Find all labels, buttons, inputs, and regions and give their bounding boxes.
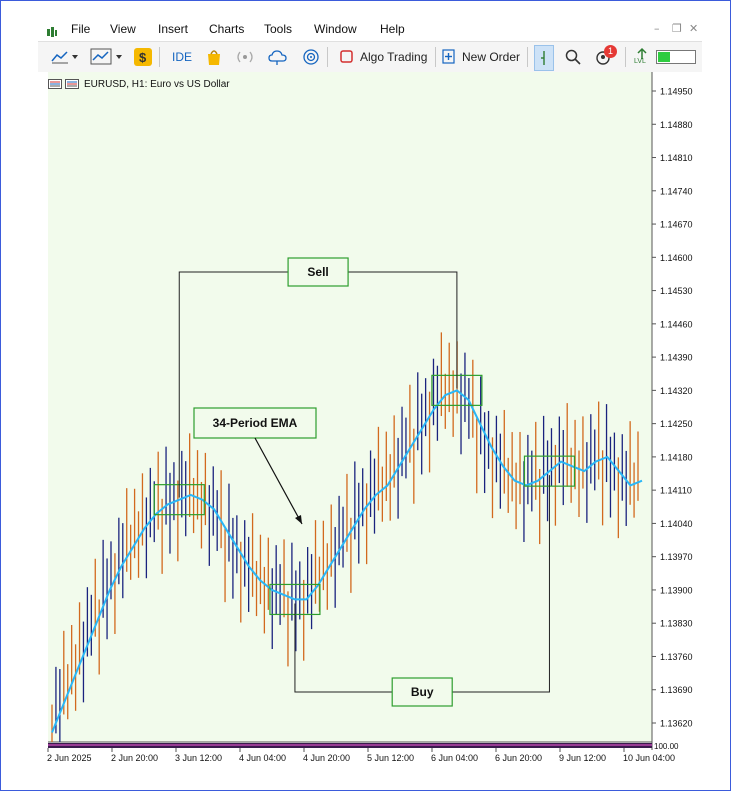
dollar-icon[interactable]: $ <box>134 46 152 68</box>
price-tick-label: 1.13690 <box>660 685 693 695</box>
toolbar-separator <box>159 47 160 67</box>
time-tick-label: 5 Jun 12:00 <box>367 753 414 763</box>
crosshair-tool-button[interactable] <box>534 45 554 71</box>
buy-label-text: Buy <box>411 685 434 699</box>
search-icon[interactable] <box>565 46 581 68</box>
price-tick-label: 1.13970 <box>660 552 693 562</box>
plot-area <box>48 72 652 742</box>
price-tick-label: 1.14040 <box>660 519 693 529</box>
buy-label: Buy <box>391 677 453 707</box>
market-bag-icon[interactable] <box>205 46 223 68</box>
price-tick-label: 1.14880 <box>660 120 693 130</box>
price-tick-label: 1.14670 <box>660 220 693 230</box>
vps-icon[interactable] <box>301 46 321 68</box>
level-icon[interactable]: LVL <box>634 46 650 68</box>
level-label: LVL <box>634 58 646 65</box>
price-chart[interactable]: 1.14950 1.14880 1.14810 1.14740 1.14670 1.146… <box>38 72 702 770</box>
sell-label-text: Sell <box>307 265 328 279</box>
time-tick-label: 2 Jun 2025 <box>47 753 92 763</box>
toolbar-separator <box>625 47 626 67</box>
svg-text:$: $ <box>139 50 147 65</box>
menu-view[interactable]: View <box>110 22 136 36</box>
price-tick-label: 1.14950 <box>660 87 693 97</box>
ema-label: 34-Period EMA <box>193 407 317 439</box>
time-tick-label: 3 Jun 12:00 <box>175 753 222 763</box>
price-tick-label: 1.14390 <box>660 353 693 363</box>
time-tick-label: 4 Jun 20:00 <box>303 753 350 763</box>
ema-label-text: 34-Period EMA <box>213 416 298 430</box>
price-tick-label: 1.14740 <box>660 186 693 196</box>
price-tick-label: 1.14600 <box>660 253 693 263</box>
chart-symbol-title: EURUSD, H1: Euro vs US Dollar <box>84 78 230 90</box>
chart-title: EURUSD, H1: Euro vs US Dollar <box>48 78 230 90</box>
close-icon[interactable]: ✕ <box>689 22 698 35</box>
line-chart-icon[interactable] <box>50 46 78 68</box>
price-tick-label: 1.13760 <box>660 652 693 662</box>
volume-scale-label: 100.00 <box>654 742 679 751</box>
level-bar <box>656 50 696 64</box>
menu-charts[interactable]: Charts <box>209 22 244 36</box>
price-tick-label: 1.14810 <box>660 153 693 163</box>
time-tick-label: 4 Jun 04:00 <box>239 753 286 763</box>
signals-icon[interactable] <box>235 46 255 68</box>
new-order-icon <box>442 49 455 64</box>
time-tick-label: 2 Jun 20:00 <box>111 753 158 763</box>
time-tick-label: 10 Jun 04:00 <box>623 753 675 763</box>
menu-file[interactable]: File <box>71 22 90 36</box>
stop-icon <box>340 50 353 63</box>
algo-trading-button[interactable]: Algo Trading <box>340 46 427 68</box>
menu-help[interactable]: Help <box>380 22 405 36</box>
price-tick-label: 1.14460 <box>660 319 693 329</box>
sell-label: Sell <box>287 257 349 287</box>
price-tick-label: 1.14180 <box>660 452 693 462</box>
toolbar-separator <box>527 47 528 67</box>
new-order-button[interactable]: New Order <box>442 46 520 68</box>
toolbar: $ IDE Algo Trading New Order 1 LVL <box>38 41 702 73</box>
price-tick-label: 1.14110 <box>660 486 692 496</box>
minimize-icon[interactable]: – <box>654 22 660 35</box>
restore-icon[interactable]: ❐ <box>672 22 682 35</box>
price-tick-label: 1.14530 <box>660 286 693 296</box>
toolbar-separator <box>327 47 328 67</box>
level-bar-fill <box>658 52 670 62</box>
price-tick-label: 1.14320 <box>660 386 693 396</box>
time-tick-label: 9 Jun 12:00 <box>559 753 606 763</box>
price-tick-label: 1.14250 <box>660 419 693 429</box>
indicators-icon[interactable] <box>90 46 124 68</box>
app-logo-icon <box>46 23 58 37</box>
cloud-icon[interactable] <box>268 46 288 68</box>
new-order-label: New Order <box>462 50 521 64</box>
toolbar-separator <box>435 47 436 67</box>
menu-tools[interactable]: Tools <box>264 22 292 36</box>
menu-window[interactable]: Window <box>314 22 357 36</box>
menu-insert[interactable]: Insert <box>158 22 188 36</box>
menu-bar: File View Insert Charts Tools Window Hel… <box>38 18 702 40</box>
time-tick-label: 6 Jun 20:00 <box>495 753 542 763</box>
chart-window[interactable]: 1.14950 1.14880 1.14810 1.14740 1.14670 1.146… <box>38 72 702 770</box>
chart-window-icons <box>48 79 79 89</box>
price-tick-label: 1.13900 <box>660 585 693 595</box>
algo-trading-label: Algo Trading <box>360 50 428 64</box>
price-tick-label: 1.13830 <box>660 619 693 629</box>
crosshair-icon <box>541 51 545 65</box>
ide-button[interactable]: IDE <box>172 46 192 68</box>
time-tick-label: 6 Jun 04:00 <box>431 753 478 763</box>
notification-badge: 1 <box>604 45 617 58</box>
price-tick-label: 1.13620 <box>660 718 693 728</box>
